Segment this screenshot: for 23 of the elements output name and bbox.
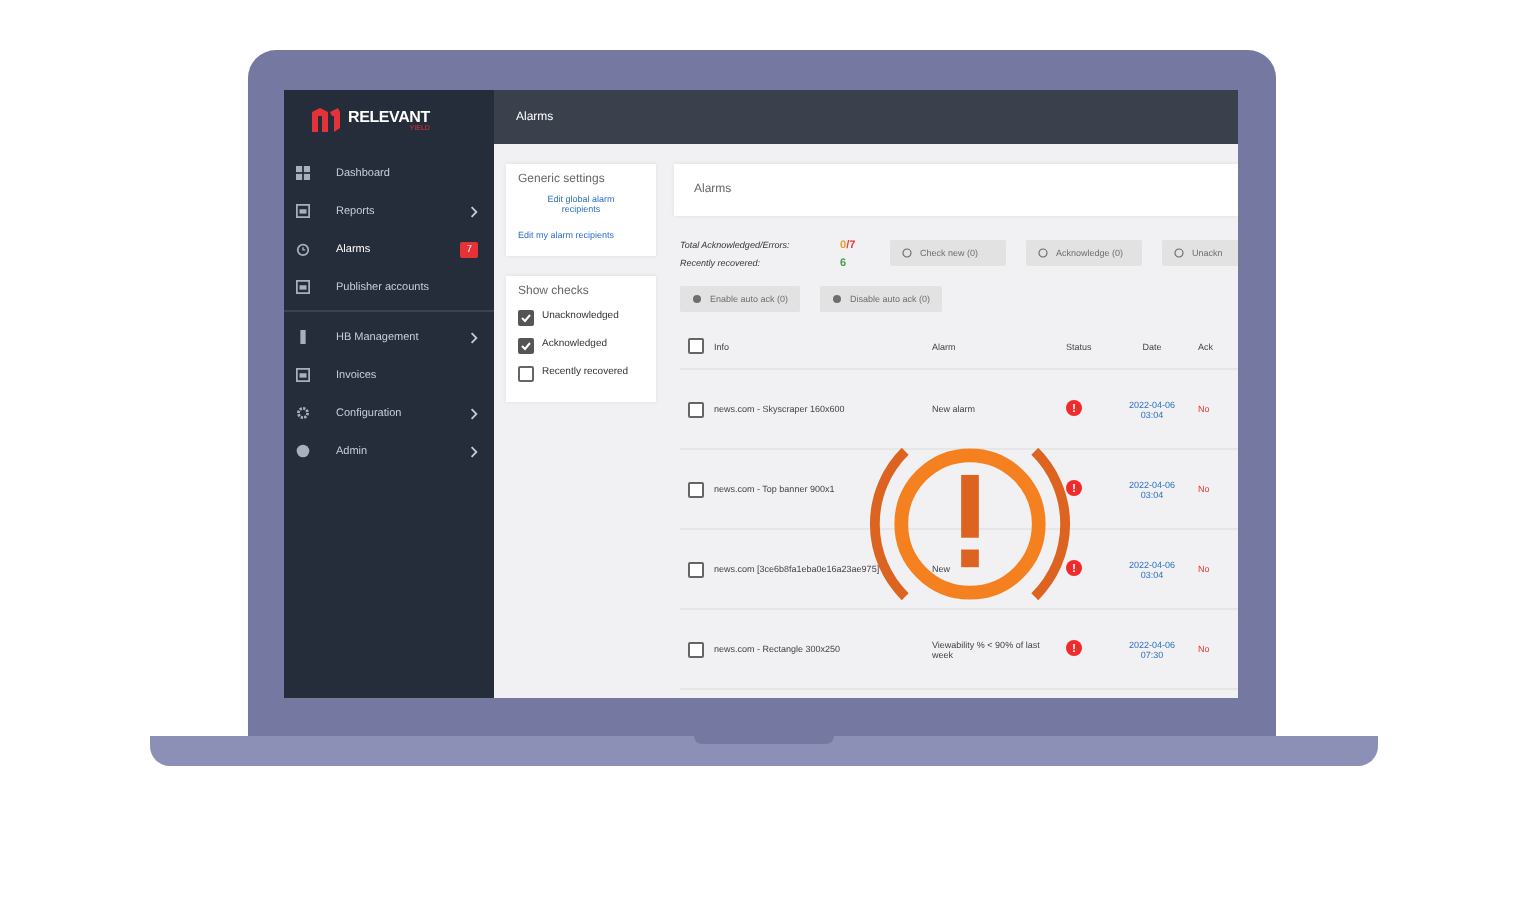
- logo-text: RELEVANT: [348, 108, 430, 126]
- grid-icon: [296, 166, 310, 180]
- error-status-icon: [1066, 480, 1082, 496]
- logo-icon: [310, 106, 342, 134]
- card-icon: [296, 280, 310, 294]
- checkbox[interactable]: [518, 338, 534, 354]
- row-checkbox[interactable]: [688, 481, 704, 497]
- gear-icon: [296, 406, 310, 420]
- dot-icon: [692, 294, 702, 304]
- alarm-clock-icon: [296, 242, 310, 256]
- row-checkbox[interactable]: [688, 641, 704, 657]
- dot-icon: [832, 294, 843, 304]
- select-all-checkbox[interactable]: [688, 338, 704, 354]
- error-status-icon: [1066, 400, 1082, 416]
- error-status-icon: [1066, 640, 1082, 656]
- row-checkbox[interactable]: [688, 401, 704, 417]
- circle-icon: [1174, 248, 1184, 258]
- checkbox[interactable]: [518, 310, 534, 326]
- error-status-icon: [1066, 560, 1082, 576]
- circle-icon: [1038, 248, 1048, 258]
- circle-icon: [902, 248, 912, 258]
- row-checkbox[interactable]: [688, 561, 704, 577]
- checkbox[interactable]: [518, 366, 534, 382]
